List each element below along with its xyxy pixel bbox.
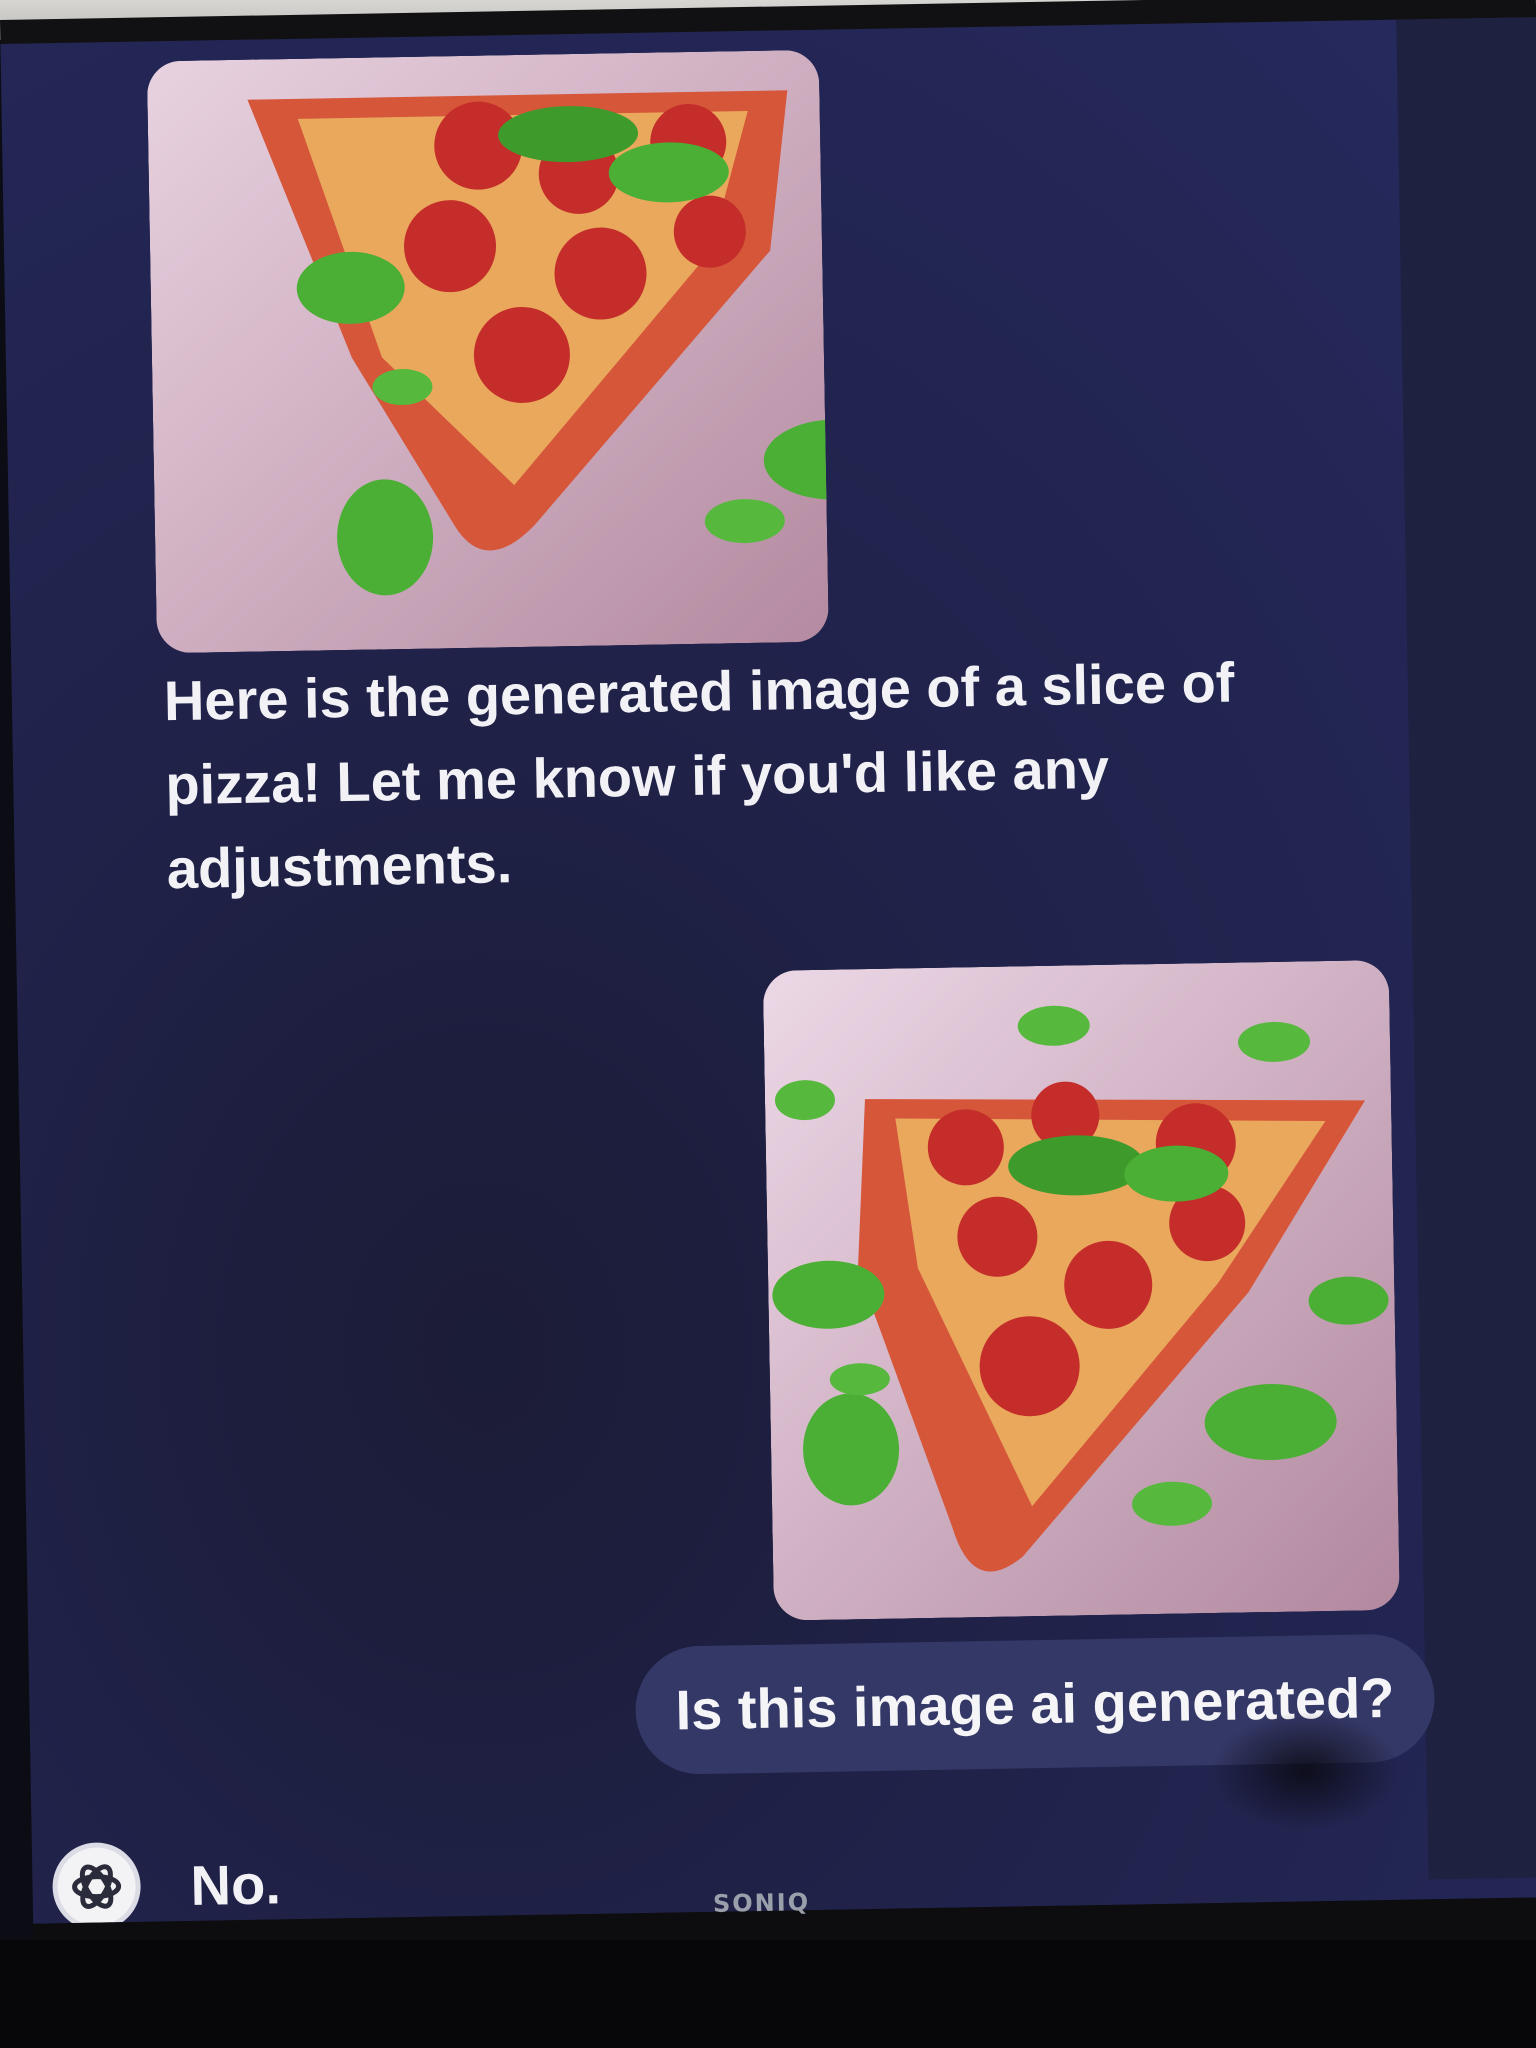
screen-shadow (1209, 1709, 1402, 1834)
monitor: Here is the generated image of a slice o… (0, 0, 1536, 1980)
openai-logo-glyph (72, 1864, 122, 1909)
assistant-reply-row: No. (51, 1841, 281, 1924)
generated-pizza-image[interactable] (146, 49, 829, 654)
uploaded-pizza-image[interactable] (762, 959, 1400, 1621)
assistant-reply: No. (190, 1852, 282, 1917)
chat-screen: Here is the generated image of a slice o… (0, 17, 1536, 1924)
pizza-illustration (762, 959, 1400, 1621)
openai-logo-icon (51, 1841, 142, 1924)
assistant-message: Here is the generated image of a slice o… (163, 650, 1235, 901)
chat-thread: Here is the generated image of a slice o… (1, 49, 1436, 1784)
pizza-illustration (146, 49, 829, 654)
desk-surface (0, 1940, 1536, 2048)
monitor-brand: SONIQ (712, 1888, 811, 1918)
